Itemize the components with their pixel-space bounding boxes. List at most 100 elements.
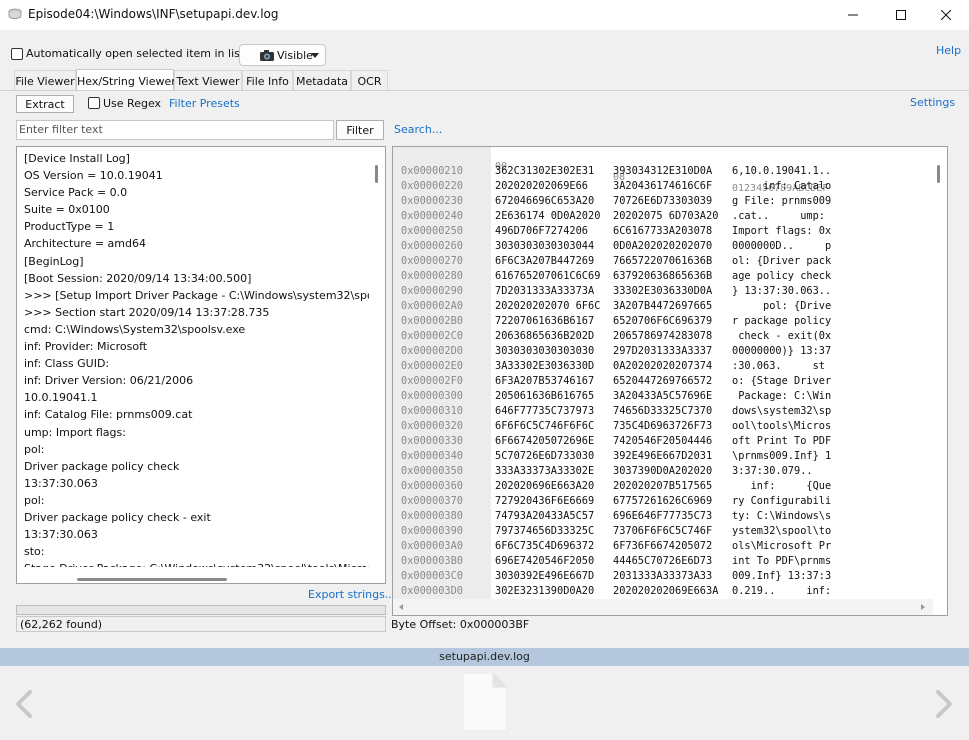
auto-open-checkbox[interactable] (11, 48, 23, 60)
string-line[interactable]: [BeginLog] (24, 253, 369, 270)
hex-ascii: 0.219.. inf: (732, 585, 832, 597)
tab-hex-string-viewer[interactable]: Hex/String Viewer (76, 69, 176, 91)
hex-ascii: ystem32\spool\to (732, 525, 832, 537)
scroll-right-icon[interactable] (921, 604, 925, 610)
string-line[interactable]: Driver package policy check (24, 458, 369, 475)
tab-ocr[interactable]: OCR (351, 70, 388, 91)
string-line[interactable]: >>> [Setup Import Driver Package - C:\Wi… (24, 287, 369, 304)
hex-bytes-second: 7420546F20504446 (613, 435, 713, 447)
hex-bytes-second: 202020202069E663A (613, 585, 719, 597)
filter-presets-link[interactable]: Filter Presets (169, 97, 240, 110)
strings-horizontal-scroll-thumb[interactable] (77, 578, 227, 581)
string-line[interactable]: Suite = 0x0100 (24, 201, 369, 218)
file-name-bar: setupapi.dev.log (0, 648, 969, 666)
string-line[interactable]: inf: Catalog File: prnms009.cat (24, 406, 369, 423)
hex-ascii: ry Configurabili (732, 495, 832, 507)
hex-ascii: pol: {Drive (732, 300, 832, 312)
maximize-button[interactable] (878, 0, 924, 30)
string-line[interactable]: >>> Section start 2020/09/14 13:37:28.73… (24, 304, 369, 321)
string-line[interactable]: 10.0.19041.1 (24, 389, 369, 406)
hex-offset: 0x000003A0 (401, 540, 463, 552)
hex-bytes-second: 70726E6D73303039 (613, 195, 713, 207)
export-strings-link[interactable]: Export strings... (308, 588, 395, 601)
string-line[interactable]: [Boot Session: 2020/09/14 13:34:00.500] (24, 270, 369, 287)
hex-ascii: ty: C:\Windows\s (732, 510, 832, 522)
hex-bytes-first: 696E7420546F2050 (495, 555, 595, 567)
hex-bytes-first: 302E3231390D0A20 (495, 585, 595, 597)
minimize-button[interactable] (830, 0, 876, 30)
hex-offset: 0x00000290 (401, 285, 463, 297)
app-icon (8, 8, 22, 19)
string-line[interactable]: [Device Install Log] (24, 150, 369, 167)
string-line[interactable]: inf: Driver Version: 06/21/2006 (24, 372, 369, 389)
strings-vertical-scroll-thumb[interactable] (375, 165, 378, 183)
hex-vertical-scroll-thumb[interactable] (937, 165, 940, 183)
tab-file-info[interactable]: File Info (242, 70, 293, 91)
hex-bytes-second: 393034312E310D0A (613, 165, 713, 177)
hex-panel[interactable]: 00 08 0123456789ABCDEF 0x00000210 362C313… (392, 146, 948, 616)
string-line[interactable]: 13:37:30.063 (24, 526, 369, 543)
tab-metadata[interactable]: Metadata (293, 70, 351, 91)
hex-bytes-first: 20636865636B202D (495, 330, 595, 342)
string-line[interactable]: OS Version = 10.0.19041 (24, 167, 369, 184)
hex-ascii: Import flags: 0x (732, 225, 832, 237)
strings-vertical-scrollbar[interactable] (369, 147, 385, 567)
filter-button[interactable]: Filter (336, 120, 384, 140)
filter-input[interactable] (16, 120, 334, 140)
hex-vertical-scrollbar[interactable] (931, 147, 947, 601)
hex-ascii: oft Print To PDF (732, 435, 832, 447)
string-line[interactable]: inf: Class GUID: (24, 355, 369, 372)
close-icon (941, 10, 951, 20)
hex-bytes-first: 6F3A207B53746167 (495, 375, 595, 387)
hex-ascii: Package: C:\Win (732, 390, 832, 402)
hex-ascii: 009.Inf} 13:37:3 (732, 570, 832, 582)
extract-button[interactable]: Extract (16, 95, 74, 113)
use-regex-checkbox[interactable] (88, 97, 100, 109)
hex-offset: 0x00000370 (401, 495, 463, 507)
tab-text-viewer[interactable]: Text Viewer (174, 70, 242, 91)
hex-bytes-second: 6520706F6C696379 (613, 315, 713, 327)
search-link[interactable]: Search... (394, 123, 442, 136)
hex-offset: 0x00000330 (401, 435, 463, 447)
hex-offset: 0x000002C0 (401, 330, 463, 342)
hex-bytes-second: 202020207B517565 (613, 480, 713, 492)
string-line[interactable]: ProductType = 1 (24, 218, 369, 235)
hex-horizontal-scrollbar[interactable] (393, 599, 933, 615)
next-file-icon[interactable] (934, 690, 954, 718)
visible-dropdown[interactable]: Visible (239, 44, 326, 66)
hex-offset: 0x000002E0 (401, 360, 463, 372)
hex-offset: 0x00000300 (401, 390, 463, 402)
hex-bytes-second: 74656D33325C7370 (613, 405, 713, 417)
hex-offset: 0x000002A0 (401, 300, 463, 312)
string-line[interactable]: Architecture = amd64 (24, 235, 369, 252)
string-line[interactable]: inf: Provider: Microsoft (24, 338, 369, 355)
string-line[interactable]: Service Pack = 0.0 (24, 184, 369, 201)
hex-ascii: } 13:37:30.063.. (732, 285, 832, 297)
strings-horizontal-scrollbar[interactable] (17, 567, 371, 583)
hex-bytes-second: 2065786974283078 (613, 330, 713, 342)
string-line[interactable]: cmd: C:\Windows\System32\spoolsv.exe (24, 321, 369, 338)
string-line[interactable]: 13:37:30.063 (24, 475, 369, 492)
hex-ascii: g File: prnms009 (732, 195, 832, 207)
strings-list[interactable]: [Device Install Log] OS Version = 10.0.1… (24, 150, 369, 568)
tab-file-viewer[interactable]: File Viewer (14, 70, 76, 91)
string-line[interactable]: pol: (24, 441, 369, 458)
hex-ascii: :30.063. st (732, 360, 825, 372)
hex-offset: 0x00000260 (401, 240, 463, 252)
close-button[interactable] (923, 0, 969, 30)
scroll-left-icon[interactable] (399, 604, 403, 610)
string-line[interactable]: pol: (24, 492, 369, 509)
hex-ascii: 0000000D.. p (732, 240, 832, 252)
settings-link[interactable]: Settings (910, 96, 955, 109)
hex-ascii: inf: {Que (732, 480, 832, 492)
string-line[interactable]: sto: (24, 543, 369, 560)
string-line[interactable]: ump: Import flags: (24, 424, 369, 441)
string-line[interactable]: Driver package policy check - exit (24, 509, 369, 526)
hex-offset: 0x000003C0 (401, 570, 463, 582)
hex-bytes-first: 727920436F6E6669 (495, 495, 595, 507)
hex-bytes-first: 202020202070 6F6C (495, 300, 601, 312)
hex-ascii: 3:37:30.079.. (732, 465, 832, 477)
help-link[interactable]: Help (936, 44, 961, 57)
file-thumbnail-icon[interactable] (463, 673, 507, 731)
previous-file-icon[interactable] (14, 690, 34, 718)
